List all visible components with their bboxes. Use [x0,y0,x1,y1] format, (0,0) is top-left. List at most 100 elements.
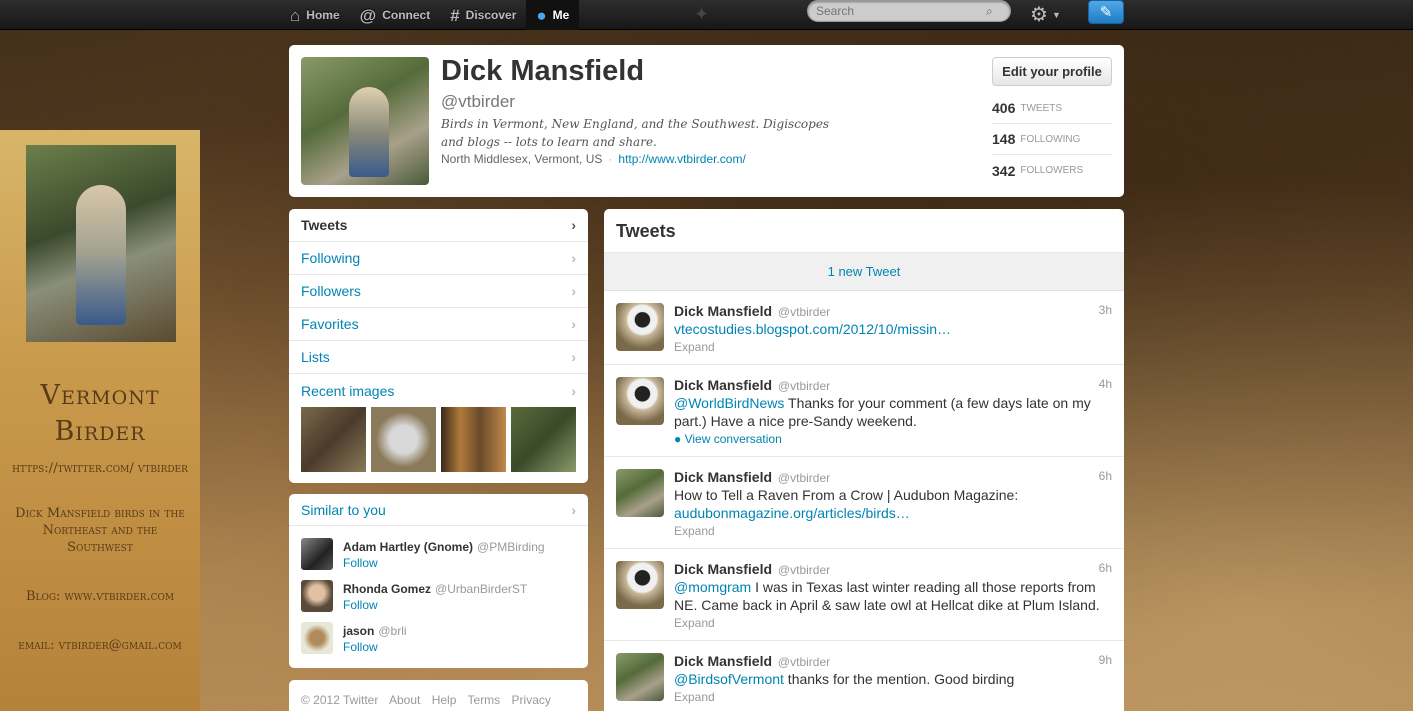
avatar[interactable] [301,538,333,570]
tweet-author[interactable]: Dick Mansfield [674,303,772,319]
nav-me-label: Me [552,8,570,22]
expand-link[interactable]: Expand [674,616,1112,630]
recent-image[interactable] [371,407,436,472]
sidebar-item-favorites[interactable]: Favorites › [289,308,588,341]
profile-location-line: North Middlesex, Vermont, US · http://www.… [441,152,746,166]
suggested-user-name[interactable]: Rhonda Gomez @UrbanBirderST [343,576,588,596]
expand-link[interactable]: Expand [674,524,1112,538]
tweet-author[interactable]: Dick Mansfield [674,561,772,577]
tweet-text-pre: How to Tell a Raven From a Crow | Audubo… [674,487,1019,503]
stream-title: Tweets [604,209,1124,253]
suggested-user-name[interactable]: jason @brli [343,618,588,638]
footer-copyright: © 2012 Twitter [301,693,379,707]
profile-avatar[interactable] [301,57,429,185]
tweet-time[interactable]: 9h [1099,653,1112,667]
main-nav: ⌂ Home @ Connect # Discover ● Me [280,0,580,30]
expand-link[interactable]: Expand [674,340,1112,354]
footer-link-help[interactable]: Help [432,693,457,707]
footer-link-about[interactable]: About [389,693,420,707]
chevron-down-icon: ▼ [1051,9,1061,20]
tweet[interactable]: Dick Mansfield @vtbirder 6h @momgram I w… [604,549,1124,641]
avatar[interactable] [301,580,333,612]
sidebar-item-following[interactable]: Following › [289,242,588,275]
footer-link-privacy[interactable]: Privacy [512,693,551,707]
user-name: jason [343,624,375,638]
background-photo [26,145,176,342]
expand-link[interactable]: Expand [674,690,1112,704]
follow-link[interactable]: Follow [343,640,588,654]
tweet[interactable]: Dick Mansfield @vtbirder 4h @WorldBirdNe… [604,365,1124,457]
nav-me[interactable]: ● Me [526,0,580,30]
recent-image[interactable] [301,407,366,472]
stat-tweets[interactable]: 406 Tweets [992,93,1112,124]
nav-connect[interactable]: @ Connect [350,0,441,30]
search-box[interactable]: ⌕ [807,0,1011,22]
tweet-author[interactable]: Dick Mansfield [674,469,772,485]
chevron-right-icon: › [571,501,576,518]
avatar[interactable] [616,653,664,701]
stat-count: 406 [992,100,1016,116]
recent-image[interactable] [441,407,506,472]
profile-website-link[interactable]: http://www.vtbirder.com/ [618,152,745,166]
edit-profile-button[interactable]: Edit your profile [992,57,1112,86]
sidebar-item-label: Followers [301,283,361,299]
tweet-author[interactable]: Dick Mansfield [674,377,772,393]
stat-following[interactable]: 148 Following [992,124,1112,155]
suggested-user-name[interactable]: Adam Hartley (Gnome) @PMBirding [343,534,588,554]
chevron-right-icon: › [571,349,576,365]
sidebar-item-label: Recent images [301,382,395,399]
sidebar-item-lists[interactable]: Lists › [289,341,588,374]
twitter-bird-icon[interactable]: ✦ [694,4,709,25]
stat-count: 342 [992,162,1016,179]
tweet-time[interactable]: 6h [1099,561,1112,575]
stat-count: 148 [992,131,1016,147]
sidebar-item-followers[interactable]: Followers › [289,275,588,308]
profile-handle: @vtbirder [441,92,515,111]
sidebar-item-recent-images[interactable]: Recent images › [289,374,588,407]
tweet[interactable]: Dick Mansfield @vtbirder 3h vtecostudies… [604,291,1124,365]
tweet[interactable]: Dick Mansfield @vtbirder 6h How to Tell … [604,457,1124,549]
similar-to-you-card: Similar to you › Adam Hartley (Gnome) @PM… [289,494,588,668]
tweet-link[interactable]: vtecostudies.blogspot.com/2012/10/missin… [674,321,951,337]
avatar[interactable] [616,377,664,425]
follow-link[interactable]: Follow [343,556,588,570]
tweet-mention[interactable]: @WorldBirdNews [674,395,784,411]
profile-name: Dick Mansfield [441,55,645,87]
tweet-mention[interactable]: @BirdsofVermont [674,671,784,687]
new-tweets-bar[interactable]: 1 new Tweet [604,253,1124,291]
avatar[interactable] [616,561,664,609]
view-conversation-link[interactable]: ● View conversation [674,432,1112,446]
search-input[interactable] [816,4,986,18]
tweet-time[interactable]: 4h [1099,377,1112,391]
avatar[interactable] [616,303,664,351]
search-icon[interactable]: ⌕ [986,4,993,19]
stat-followers[interactable]: 342 Followers [992,155,1112,186]
tweet-handle: @vtbirder [777,305,831,319]
tweet-header: Dick Mansfield @vtbirder [674,561,1112,577]
nav-discover[interactable]: # Discover [440,0,526,30]
tweet[interactable]: Dick Mansfield @vtbirder 9h @BirdsofVerm… [604,641,1124,711]
user-name: Rhonda Gomez [343,582,432,596]
footer-link-terms[interactable]: Terms [468,693,501,707]
tweet-time[interactable]: 6h [1099,469,1112,483]
settings-menu[interactable]: ⚙ ▼ [1030,2,1061,27]
tweet-author[interactable]: Dick Mansfield [674,653,772,669]
chevron-right-icon: › [571,316,576,332]
tweet-link[interactable]: audubonmagazine.org/articles/birds… [674,505,910,521]
avatar[interactable] [616,469,664,517]
tweet-stream: Tweets 1 new Tweet Dick Mansfield @vtbir… [604,209,1124,711]
tweet-handle: @vtbirder [777,655,831,669]
sidebar-item-tweets[interactable]: Tweets › [289,209,588,242]
tweet-time[interactable]: 3h [1099,303,1112,317]
tweet-handle: @vtbirder [777,471,831,485]
user-handle: @brli [378,624,407,638]
similar-header[interactable]: Similar to you › [289,494,588,526]
nav-home-label: Home [306,8,340,22]
nav-home[interactable]: ⌂ Home [280,0,350,30]
recent-image[interactable] [511,407,576,472]
follow-link[interactable]: Follow [343,598,588,612]
tweet-header: Dick Mansfield @vtbirder [674,469,1112,485]
tweet-mention[interactable]: @momgram [674,579,751,595]
avatar[interactable] [301,622,333,654]
compose-tweet-button[interactable]: ✎ [1088,0,1124,24]
